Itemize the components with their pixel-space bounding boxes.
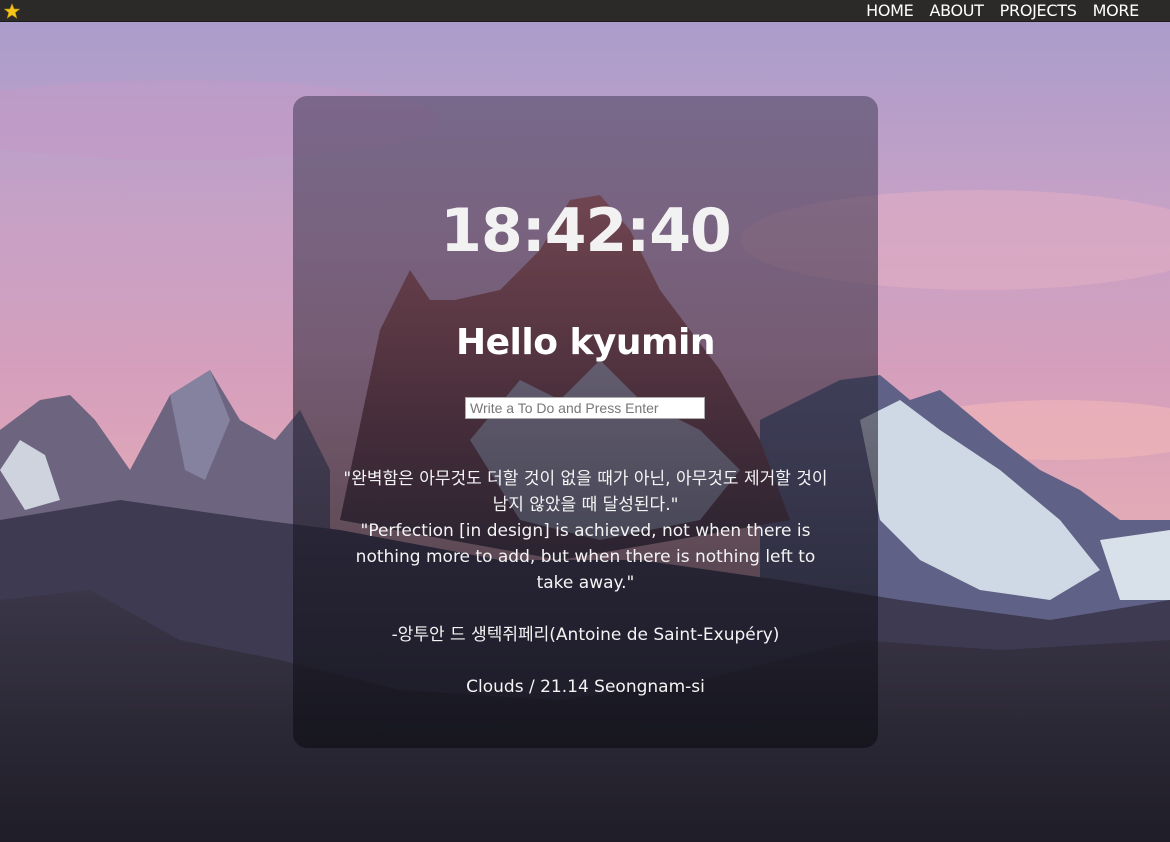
todo-input[interactable]: [465, 397, 705, 419]
top-navbar: HOME ABOUT PROJECTS MORE: [0, 0, 1170, 22]
nav-more-link[interactable]: MORE: [1093, 1, 1140, 20]
nav-home-link[interactable]: HOME: [866, 1, 914, 20]
clock: 18:42:40: [440, 196, 731, 266]
quote-korean: "완벽함은 아무것도 더할 것이 없을 때가 아닌, 아무것도 제거할 것이 남…: [343, 469, 828, 515]
main-card: 18:42:40 Hello kyumin "완벽함은 아무것도 더할 것이 없…: [293, 96, 878, 748]
nav-links: HOME ABOUT PROJECTS MORE: [866, 1, 1139, 20]
greeting: Hello kyumin: [455, 322, 716, 363]
star-icon[interactable]: [3, 2, 21, 20]
quote-block: "완벽함은 아무것도 더할 것이 없을 때가 아닌, 아무것도 제거할 것이 남…: [339, 466, 832, 648]
quote-english: "Perfection [in design] is achieved, not…: [355, 521, 816, 593]
nav-about-link[interactable]: ABOUT: [929, 1, 984, 20]
weather-info: Clouds / 21.14 Seongnam-si: [466, 677, 705, 697]
star-icon-shape: [4, 2, 20, 19]
quote-author: -앙투안 드 생텍쥐페리(Antoine de Saint-Exupéry): [391, 625, 780, 645]
nav-projects-link[interactable]: PROJECTS: [1000, 1, 1077, 20]
